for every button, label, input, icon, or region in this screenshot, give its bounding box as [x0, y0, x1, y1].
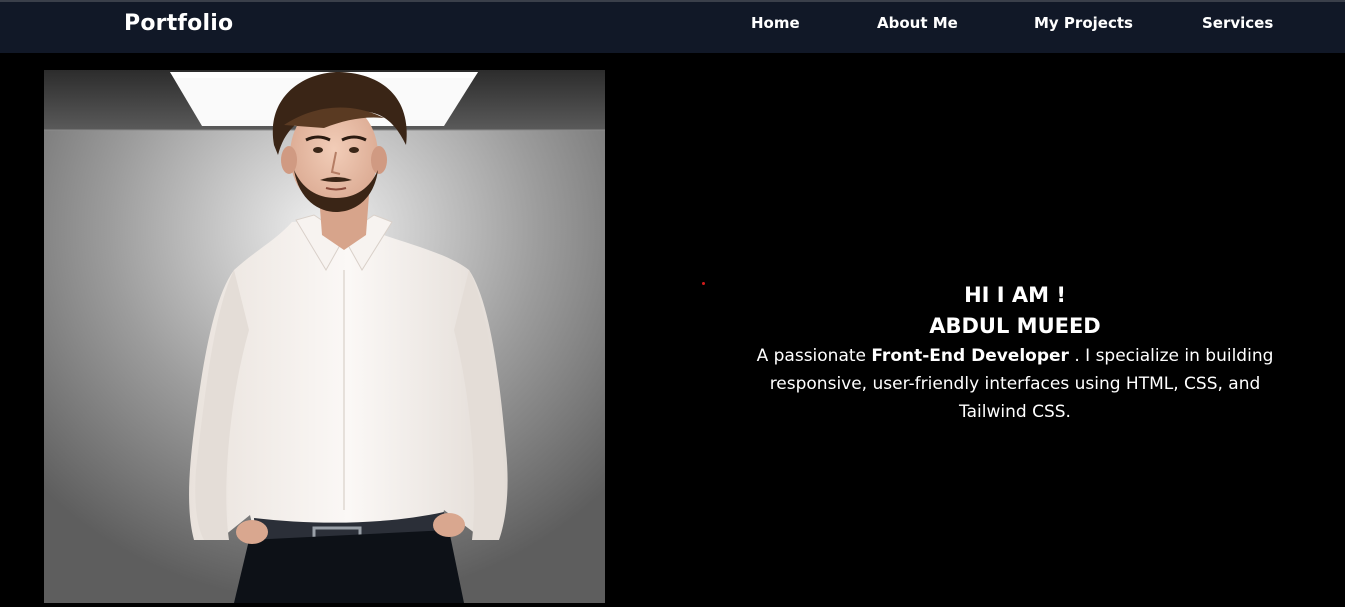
navbar: Portfolio Home About Me My Projects Serv…: [0, 2, 1345, 53]
nav-link-about-me[interactable]: About Me: [877, 14, 958, 32]
logo-link[interactable]: Portfolio: [124, 11, 233, 36]
accent-dot: [702, 282, 705, 285]
nav-link-home[interactable]: Home: [751, 14, 800, 32]
hero-role: Front-End Developer: [871, 346, 1069, 366]
profile-photo: [44, 70, 605, 603]
hero-name: ABDUL MUEED: [929, 314, 1101, 338]
hero-description-prefix: A passionate: [756, 346, 872, 366]
nav-link-my-projects[interactable]: My Projects: [1034, 14, 1133, 32]
hero-description: A passionate Front-End Developer . I spe…: [745, 342, 1285, 426]
hero-intro: HI I AM ! ABDUL MUEED A passionate Front…: [745, 280, 1285, 426]
nav-link-services[interactable]: Services: [1202, 14, 1273, 32]
hero-greeting: HI I AM !: [964, 283, 1066, 307]
